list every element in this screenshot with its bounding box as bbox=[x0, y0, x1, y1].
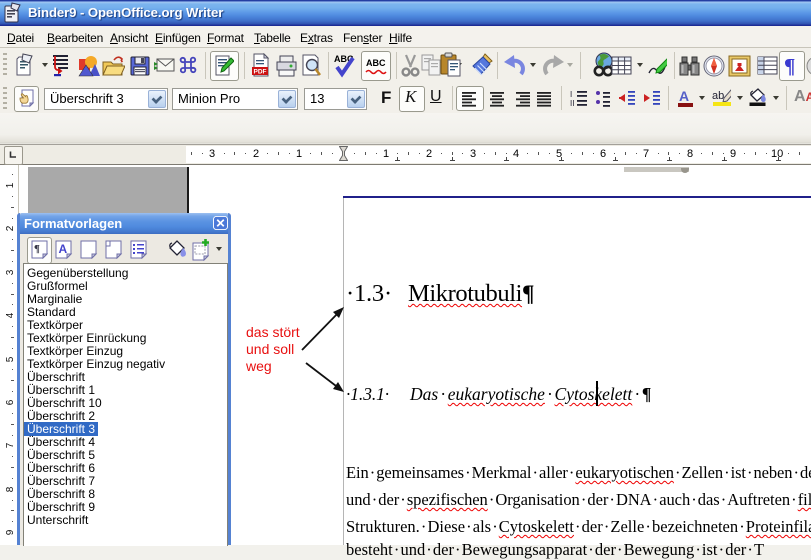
svg-text:A: A bbox=[59, 242, 68, 256]
svg-text:¶: ¶ bbox=[34, 243, 40, 255]
svg-text:I: I bbox=[570, 90, 572, 99]
svg-text:II: II bbox=[570, 99, 574, 108]
svg-text:ABC: ABC bbox=[366, 58, 386, 68]
svg-text:¶: ¶ bbox=[784, 54, 795, 77]
svg-text:ab: ab bbox=[712, 90, 724, 102]
svg-text:A: A bbox=[679, 88, 689, 104]
svg-text:PDF: PDF bbox=[254, 69, 267, 76]
